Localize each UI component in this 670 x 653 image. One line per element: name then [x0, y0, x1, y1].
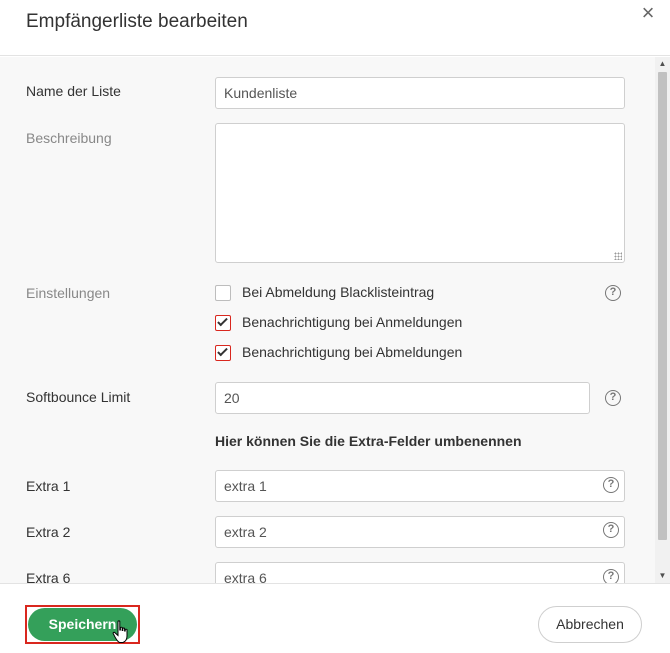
scroll-down-icon[interactable]: ▼: [655, 569, 670, 583]
extra-2-label: Extra 2: [26, 524, 71, 540]
hand-cursor-icon: [112, 620, 128, 643]
help-icon[interactable]: ?: [603, 522, 619, 538]
extra-1-label: Extra 1: [26, 478, 71, 494]
dialog-header: Empfängerliste bearbeiten ×: [0, 0, 670, 56]
softbounce-label: Softbounce Limit: [26, 389, 131, 405]
checkbox-unsubscribe-notify[interactable]: [215, 345, 231, 361]
help-icon[interactable]: ?: [603, 477, 619, 493]
dialog-title: Empfängerliste bearbeiten: [26, 11, 248, 32]
checkmark-icon: [217, 315, 228, 327]
settings-label: Einstellungen: [26, 285, 111, 301]
description-label: Beschreibung: [26, 130, 112, 146]
dialog-footer: Speichern Abbrechen: [0, 583, 670, 653]
extra-6-input[interactable]: extra 6: [215, 562, 625, 583]
checkbox-blacklist[interactable]: [215, 285, 231, 301]
description-textarea[interactable]: [215, 123, 625, 263]
extra-6-label: Extra 6: [26, 570, 71, 583]
softbounce-input[interactable]: 20: [215, 382, 590, 414]
checkbox-row-subscribe-notify[interactable]: Benachrichtigung bei Anmeldungen: [215, 314, 475, 335]
checkbox-row-unsubscribe-notify[interactable]: Benachrichtigung bei Abmeldungen: [215, 344, 475, 365]
checkbox-row-blacklist[interactable]: Bei Abmeldung Blacklisteintrag: [215, 284, 475, 305]
help-icon[interactable]: ?: [605, 285, 621, 301]
close-icon[interactable]: ×: [637, 2, 659, 24]
checkbox-subscribe-notify[interactable]: [215, 315, 231, 331]
dialog-body[interactable]: Name der Liste Kundenliste Beschreibung …: [0, 57, 655, 583]
extra-fields-heading: Hier können Sie die Extra-Felder umbenen…: [215, 433, 522, 449]
scrollbar-thumb[interactable]: [658, 72, 667, 540]
list-name-input[interactable]: Kundenliste: [215, 77, 625, 109]
extra-2-input[interactable]: extra 2: [215, 516, 625, 548]
vertical-scrollbar[interactable]: ▲ ▼: [655, 57, 670, 583]
scroll-up-icon[interactable]: ▲: [655, 57, 670, 71]
list-name-label: Name der Liste: [26, 83, 121, 99]
resize-grip-icon[interactable]: [614, 252, 622, 260]
checkbox-subscribe-notify-label: Benachrichtigung bei Anmeldungen: [242, 314, 463, 330]
cancel-button[interactable]: Abbrechen: [538, 606, 642, 643]
help-icon[interactable]: ?: [605, 390, 621, 406]
checkbox-blacklist-label: Bei Abmeldung Blacklisteintrag: [242, 284, 435, 300]
help-icon[interactable]: ?: [603, 569, 619, 583]
checkbox-unsubscribe-notify-label: Benachrichtigung bei Abmeldungen: [242, 344, 463, 360]
edit-list-dialog: Empfängerliste bearbeiten × Name der Lis…: [0, 0, 670, 653]
extra-1-input[interactable]: extra 1: [215, 470, 625, 502]
checkmark-icon: [217, 345, 228, 357]
